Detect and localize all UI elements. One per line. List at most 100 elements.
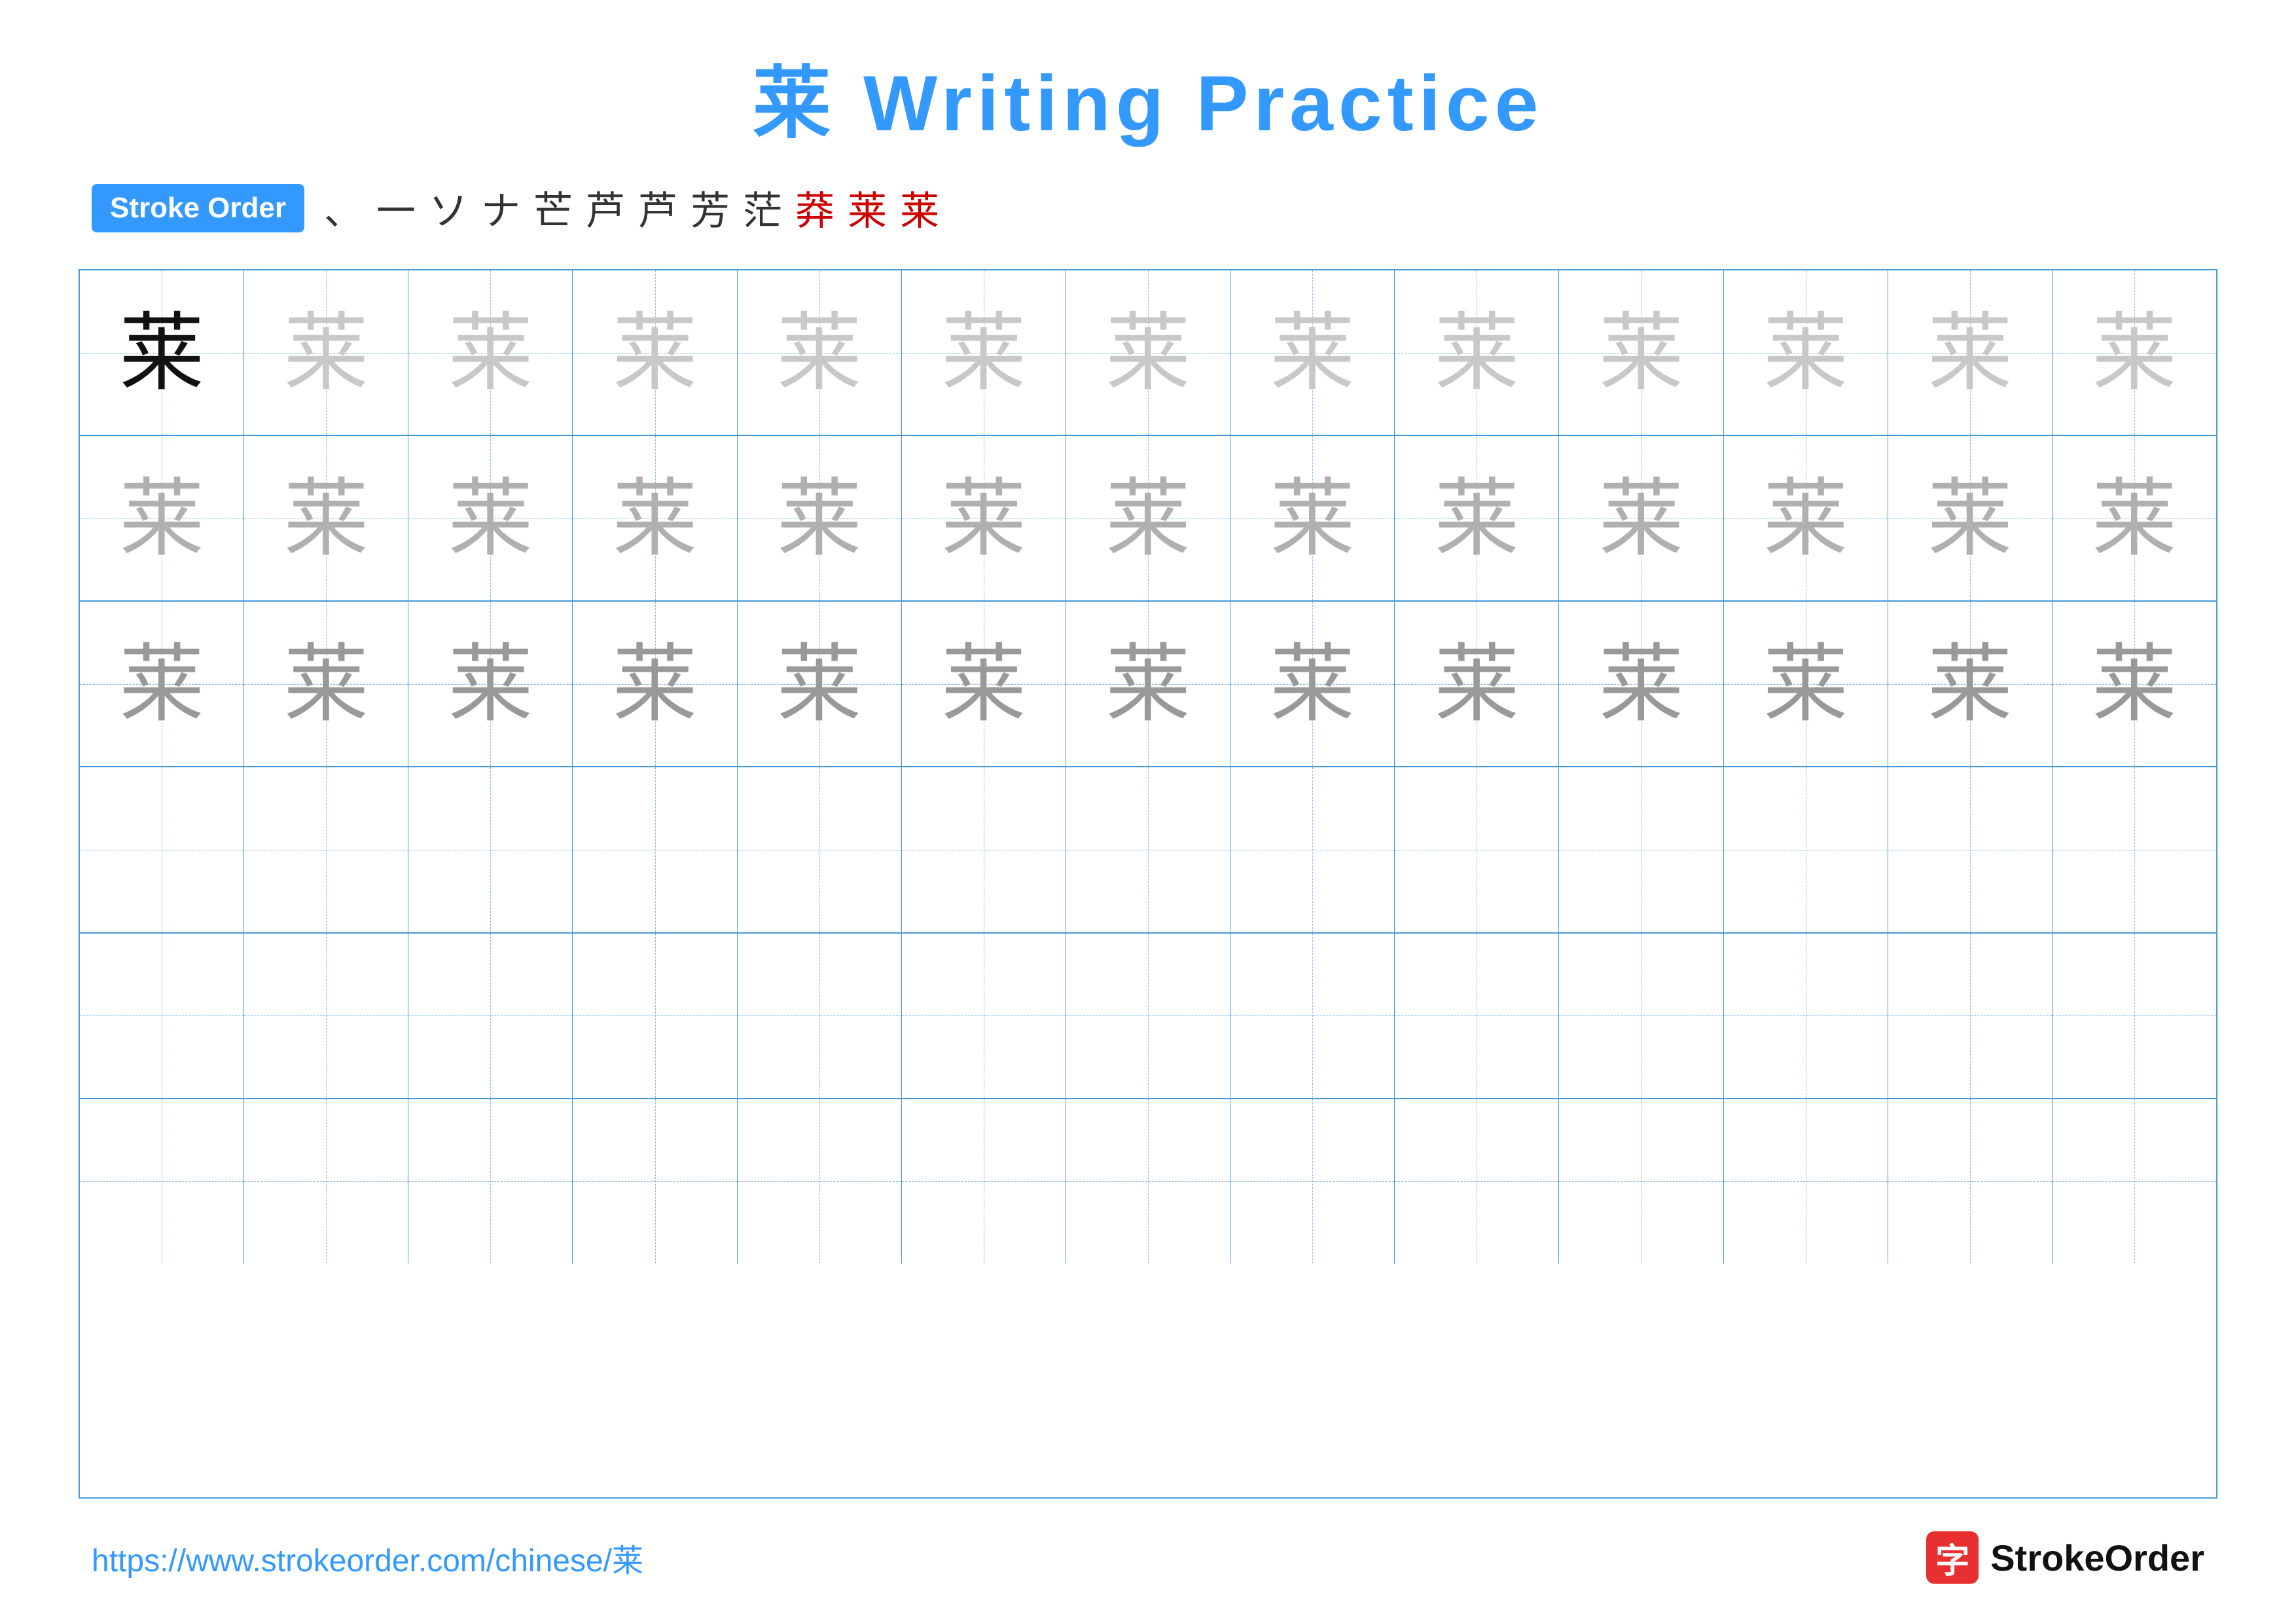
grid-cell: 莱 — [1066, 602, 1230, 766]
grid-cell: 莱 — [244, 270, 408, 435]
grid-cell[interactable] — [1395, 1099, 1559, 1264]
practice-char: 莱 — [119, 310, 204, 395]
grid-cell: 莱 — [738, 436, 902, 600]
grid-row-1: 莱 莱 莱 莱 莱 莱 莱 莱 莱 莱 莱 莱 莱 — [80, 270, 2216, 436]
grid-cell[interactable] — [573, 1099, 737, 1264]
grid-cell[interactable] — [244, 934, 408, 1098]
practice-char: 莱 — [1598, 642, 1683, 727]
grid-cell: 莱 — [573, 436, 737, 600]
grid-cell: 莱 — [1395, 602, 1559, 766]
practice-char: 莱 — [1928, 310, 2013, 395]
logo-icon-char: 字 — [1935, 1533, 1969, 1582]
grid-cell: 莱 — [80, 436, 244, 600]
grid-cell[interactable] — [408, 1099, 573, 1264]
grid-cell: 莱 — [738, 602, 902, 766]
practice-char: 莱 — [448, 642, 533, 727]
grid-cell[interactable] — [2053, 767, 2216, 932]
practice-char: 莱 — [1270, 310, 1355, 395]
grid-cell: 莱 — [1559, 436, 1723, 600]
practice-char: 莱 — [777, 310, 862, 395]
grid-cell: 莱 — [1230, 436, 1395, 600]
grid-cell[interactable] — [902, 767, 1066, 932]
stroke-order-area: Stroke Order 、 一 ソ ナ 芒 芦 芦 芳 茫 莽 莱 莱 — [79, 179, 2217, 236]
practice-char: 莱 — [2092, 476, 2177, 561]
grid-cell: 莱 — [2053, 270, 2216, 435]
grid-cell[interactable] — [408, 934, 573, 1098]
grid-cell[interactable] — [1724, 767, 1888, 932]
practice-char: 莱 — [1434, 642, 1519, 727]
grid-cell: 莱 — [1066, 270, 1230, 435]
logo-icon: 字 — [1926, 1531, 1979, 1584]
practice-char: 莱 — [1434, 310, 1519, 395]
grid-cell[interactable] — [902, 1099, 1066, 1264]
grid-cell[interactable] — [80, 767, 244, 932]
grid-cell[interactable] — [80, 1099, 244, 1264]
grid-cell[interactable] — [244, 767, 408, 932]
grid-cell[interactable] — [1230, 1099, 1395, 1264]
grid-cell[interactable] — [1888, 767, 2053, 932]
grid-cell[interactable] — [1888, 1099, 2053, 1264]
stroke-4: ナ — [481, 179, 520, 236]
grid-cell[interactable] — [1724, 934, 1888, 1098]
practice-char: 莱 — [941, 476, 1026, 561]
title-area: 莱 Writing Practice — [79, 39, 2217, 153]
grid-cell[interactable] — [1395, 934, 1559, 1098]
grid-cell: 莱 — [1230, 602, 1395, 766]
grid-row-4 — [80, 767, 2216, 933]
footer-url[interactable]: https://www.strokeorder.com/chinese/莱 — [92, 1535, 643, 1580]
grid-cell[interactable] — [738, 767, 902, 932]
grid-cell: 莱 — [1888, 270, 2053, 435]
practice-char: 莱 — [2092, 310, 2177, 395]
practice-char: 莱 — [448, 476, 533, 561]
practice-char: 莱 — [283, 310, 368, 395]
practice-char: 莱 — [777, 476, 862, 561]
grid-cell[interactable] — [1559, 767, 1723, 932]
grid-cell: 莱 — [1724, 270, 1888, 435]
practice-char: 莱 — [448, 310, 533, 395]
grid-cell: 莱 — [244, 602, 408, 766]
practice-char: 莱 — [1434, 476, 1519, 561]
grid-cell: 莱 — [2053, 602, 2216, 766]
page-title: 莱 Writing Practice — [753, 60, 1544, 147]
grid-cell[interactable] — [2053, 1099, 2216, 1264]
grid-cell[interactable] — [1230, 767, 1395, 932]
footer-logo: 字 StrokeOrder — [1926, 1531, 2204, 1584]
stroke-9: 茫 — [743, 179, 782, 236]
grid-cell[interactable] — [1066, 934, 1230, 1098]
practice-char: 莱 — [119, 642, 204, 727]
stroke-sequence: 、 一 ソ ナ 芒 芦 芦 芳 茫 莽 莱 莱 — [324, 179, 939, 236]
grid-cell[interactable] — [2053, 934, 2216, 1098]
practice-char: 莱 — [283, 476, 368, 561]
grid-cell: 莱 — [738, 270, 902, 435]
grid-cell[interactable] — [80, 934, 244, 1098]
grid-cell: 莱 — [80, 602, 244, 766]
grid-cell: 莱 — [1724, 436, 1888, 600]
stroke-1: 、 — [324, 179, 363, 236]
grid-cell[interactable] — [738, 1099, 902, 1264]
grid-cell[interactable] — [408, 767, 573, 932]
grid-cell[interactable] — [738, 934, 902, 1098]
grid-cell[interactable] — [1230, 934, 1395, 1098]
grid-cell[interactable] — [1395, 767, 1559, 932]
stroke-8: 芳 — [691, 179, 730, 236]
grid-cell: 莱 — [1066, 436, 1230, 600]
grid-cell[interactable] — [1724, 1099, 1888, 1264]
grid-cell: 莱 — [902, 602, 1066, 766]
grid-cell[interactable] — [1066, 767, 1230, 932]
grid-cell: 莱 — [1395, 436, 1559, 600]
footer: https://www.strokeorder.com/chinese/莱 字 … — [79, 1531, 2217, 1584]
grid-cell[interactable] — [573, 767, 737, 932]
grid-cell[interactable] — [1559, 1099, 1723, 1264]
practice-char: 莱 — [1598, 476, 1683, 561]
grid-cell[interactable] — [902, 934, 1066, 1098]
grid-cell: 莱 — [1559, 270, 1723, 435]
grid-cell[interactable] — [1559, 934, 1723, 1098]
grid-cell[interactable] — [244, 1099, 408, 1264]
grid-cell: 莱 — [1888, 602, 2053, 766]
practice-char: 莱 — [613, 310, 698, 395]
grid-cell: 莱 — [1724, 602, 1888, 766]
grid-cell[interactable] — [573, 934, 737, 1098]
practice-char: 莱 — [1763, 310, 1848, 395]
grid-cell[interactable] — [1066, 1099, 1230, 1264]
grid-cell[interactable] — [1888, 934, 2053, 1098]
